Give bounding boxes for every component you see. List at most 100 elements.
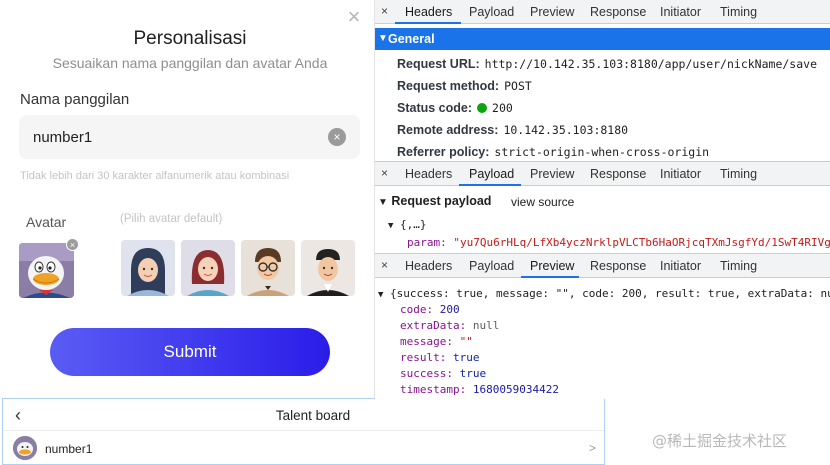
tab-headers[interactable]: Headers [405, 259, 452, 273]
referrer-policy-row: Referrer policy: strict-origin-when-cross… [397, 145, 709, 159]
field-result: result: true [400, 351, 479, 364]
triangle-down-icon: ▼ [378, 290, 384, 300]
param-value: "yu7Qu6rHLq/LfXb4yczNrklpVLCTb6HaORjcqTX… [453, 236, 830, 249]
personalization-modal: × Personalisasi Sesuaikan nama panggilan… [0, 0, 375, 400]
submit-button[interactable]: Submit [50, 328, 330, 376]
default-avatar-glasses-man[interactable] [241, 240, 295, 296]
tab-response[interactable]: Response [590, 259, 646, 273]
avatar-label: Avatar [26, 214, 67, 230]
payload-param-row: param: "yu7Qu6rHLq/LfXb4yczNrklpVLCTb6Ha… [407, 236, 830, 249]
cap-man-avatar-icon [301, 240, 355, 296]
avatar-hint: (Pilih avatar default) [120, 213, 223, 225]
field-key: message: [400, 335, 453, 348]
nickname-field: × [19, 115, 360, 159]
hijab-avatar-icon [121, 240, 175, 296]
request-url-key: Request URL: [397, 57, 480, 71]
tab-preview[interactable]: Preview [530, 167, 574, 181]
close-icon[interactable]: × [343, 6, 365, 28]
drawer-title: Talent board [275, 408, 351, 423]
referrer-policy-value: strict-origin-when-cross-origin [494, 145, 710, 159]
field-key: success: [400, 367, 453, 380]
tab-timing[interactable]: Timing [720, 259, 757, 273]
devtools-payload-panel: × Headers Payload Preview Response Initi… [375, 162, 830, 254]
request-method-row: Request method: POST [397, 79, 532, 93]
tab-initiator[interactable]: Initiator [660, 167, 701, 181]
tab-response[interactable]: Response [590, 5, 646, 19]
status-code-key: Status code: [397, 101, 473, 115]
remote-address-value: 10.142.35.103:8180 [503, 123, 629, 137]
object-summary-text: {,…} [400, 218, 427, 231]
tab-timing[interactable]: Timing [720, 5, 757, 19]
tab-payload[interactable]: Payload [469, 167, 514, 181]
watermark: @稀土掘金技术社区 [652, 432, 788, 450]
list-item-name: number1 [45, 442, 93, 456]
field-extra-data: extraData: null [400, 319, 499, 332]
tab-initiator[interactable]: Initiator [660, 5, 701, 19]
tab-timing[interactable]: Timing [720, 167, 757, 181]
clear-input-icon[interactable]: × [328, 128, 346, 146]
woman-avatar-icon [181, 240, 235, 296]
active-tab-indicator [459, 184, 521, 186]
request-url-value: http://10.142.35.103:8180/app/user/nickN… [484, 57, 817, 71]
devtools-headers-panel: × Headers Payload Preview Response Initi… [375, 0, 830, 162]
tab-initiator[interactable]: Initiator [660, 259, 701, 273]
devtools-preview-panel: × Headers Payload Preview Response Initi… [375, 254, 830, 399]
payload-object-summary[interactable]: ▼ {,…} [388, 218, 427, 231]
glasses-man-avatar-icon [241, 240, 295, 296]
general-section-header[interactable]: ▼ General [375, 28, 830, 50]
field-value: null [472, 319, 500, 332]
tab-response[interactable]: Response [590, 167, 646, 181]
default-avatar-cap-man[interactable] [301, 240, 355, 296]
field-value: true [459, 367, 487, 380]
default-avatar-woman[interactable] [181, 240, 235, 296]
devtools-tabbar: × Headers Payload Preview Response Initi… [375, 0, 830, 24]
field-code: code: 200 [400, 303, 460, 316]
triangle-down-icon: ▼ [378, 197, 388, 208]
nickname-input[interactable] [33, 115, 313, 159]
tab-preview[interactable]: Preview [530, 5, 574, 19]
tab-headers[interactable]: Headers [405, 5, 452, 19]
field-value: true [452, 351, 480, 364]
list-item[interactable]: number1 > [3, 433, 604, 465]
modal-title: Personalisasi [133, 28, 247, 49]
view-source-link[interactable]: view source [511, 195, 574, 209]
referrer-policy-key: Referrer policy: [397, 145, 490, 159]
remove-avatar-icon[interactable]: × [66, 238, 79, 251]
request-payload-title: Request payload [391, 194, 492, 208]
field-value: "" [459, 335, 473, 348]
active-tab-indicator [395, 22, 461, 24]
tab-payload[interactable]: Payload [469, 5, 514, 19]
remote-address-row: Remote address: 10.142.35.103:8180 [397, 123, 628, 137]
current-avatar[interactable] [19, 243, 74, 298]
param-key: param: [407, 236, 447, 249]
tab-payload[interactable]: Payload [469, 259, 514, 273]
preview-object-summary[interactable]: ▼ {success: true, message: "", code: 200… [378, 287, 830, 300]
default-avatar-hijab[interactable] [121, 240, 175, 296]
status-code-row: Status code: 200 [397, 101, 513, 115]
close-icon[interactable]: × [381, 166, 388, 180]
field-timestamp: timestamp: 1680059034422 [400, 383, 559, 396]
status-ok-icon [477, 103, 488, 113]
field-value: 1680059034422 [472, 383, 559, 396]
avatar [13, 436, 37, 460]
field-key: result: [400, 351, 447, 364]
field-message: message: "" [400, 335, 473, 348]
remote-address-key: Remote address: [397, 123, 499, 137]
request-url-row: Request URL: http://10.142.35.103:8180/ap… [397, 57, 817, 71]
tab-headers[interactable]: Headers [405, 167, 452, 181]
request-method-value: POST [504, 79, 532, 93]
request-method-key: Request method: [397, 79, 500, 93]
close-icon[interactable]: × [381, 258, 388, 272]
tab-preview[interactable]: Preview [530, 259, 574, 273]
close-icon[interactable]: × [381, 4, 388, 18]
object-summary-text: {success: true, message: "", code: 200, … [390, 287, 830, 300]
devtools-tabbar: × Headers Payload Preview Response Initi… [375, 162, 830, 186]
active-tab-indicator [521, 276, 579, 278]
general-title: General [388, 32, 435, 46]
chevron-right-icon: > [588, 441, 596, 455]
duck-avatar-icon [13, 436, 37, 460]
status-code-value: 200 [492, 101, 513, 115]
field-key: timestamp: [400, 383, 467, 396]
talent-board-panel: ‹ Talent board number1 > [2, 398, 605, 465]
request-payload-header[interactable]: ▼ Request payload [378, 194, 491, 208]
